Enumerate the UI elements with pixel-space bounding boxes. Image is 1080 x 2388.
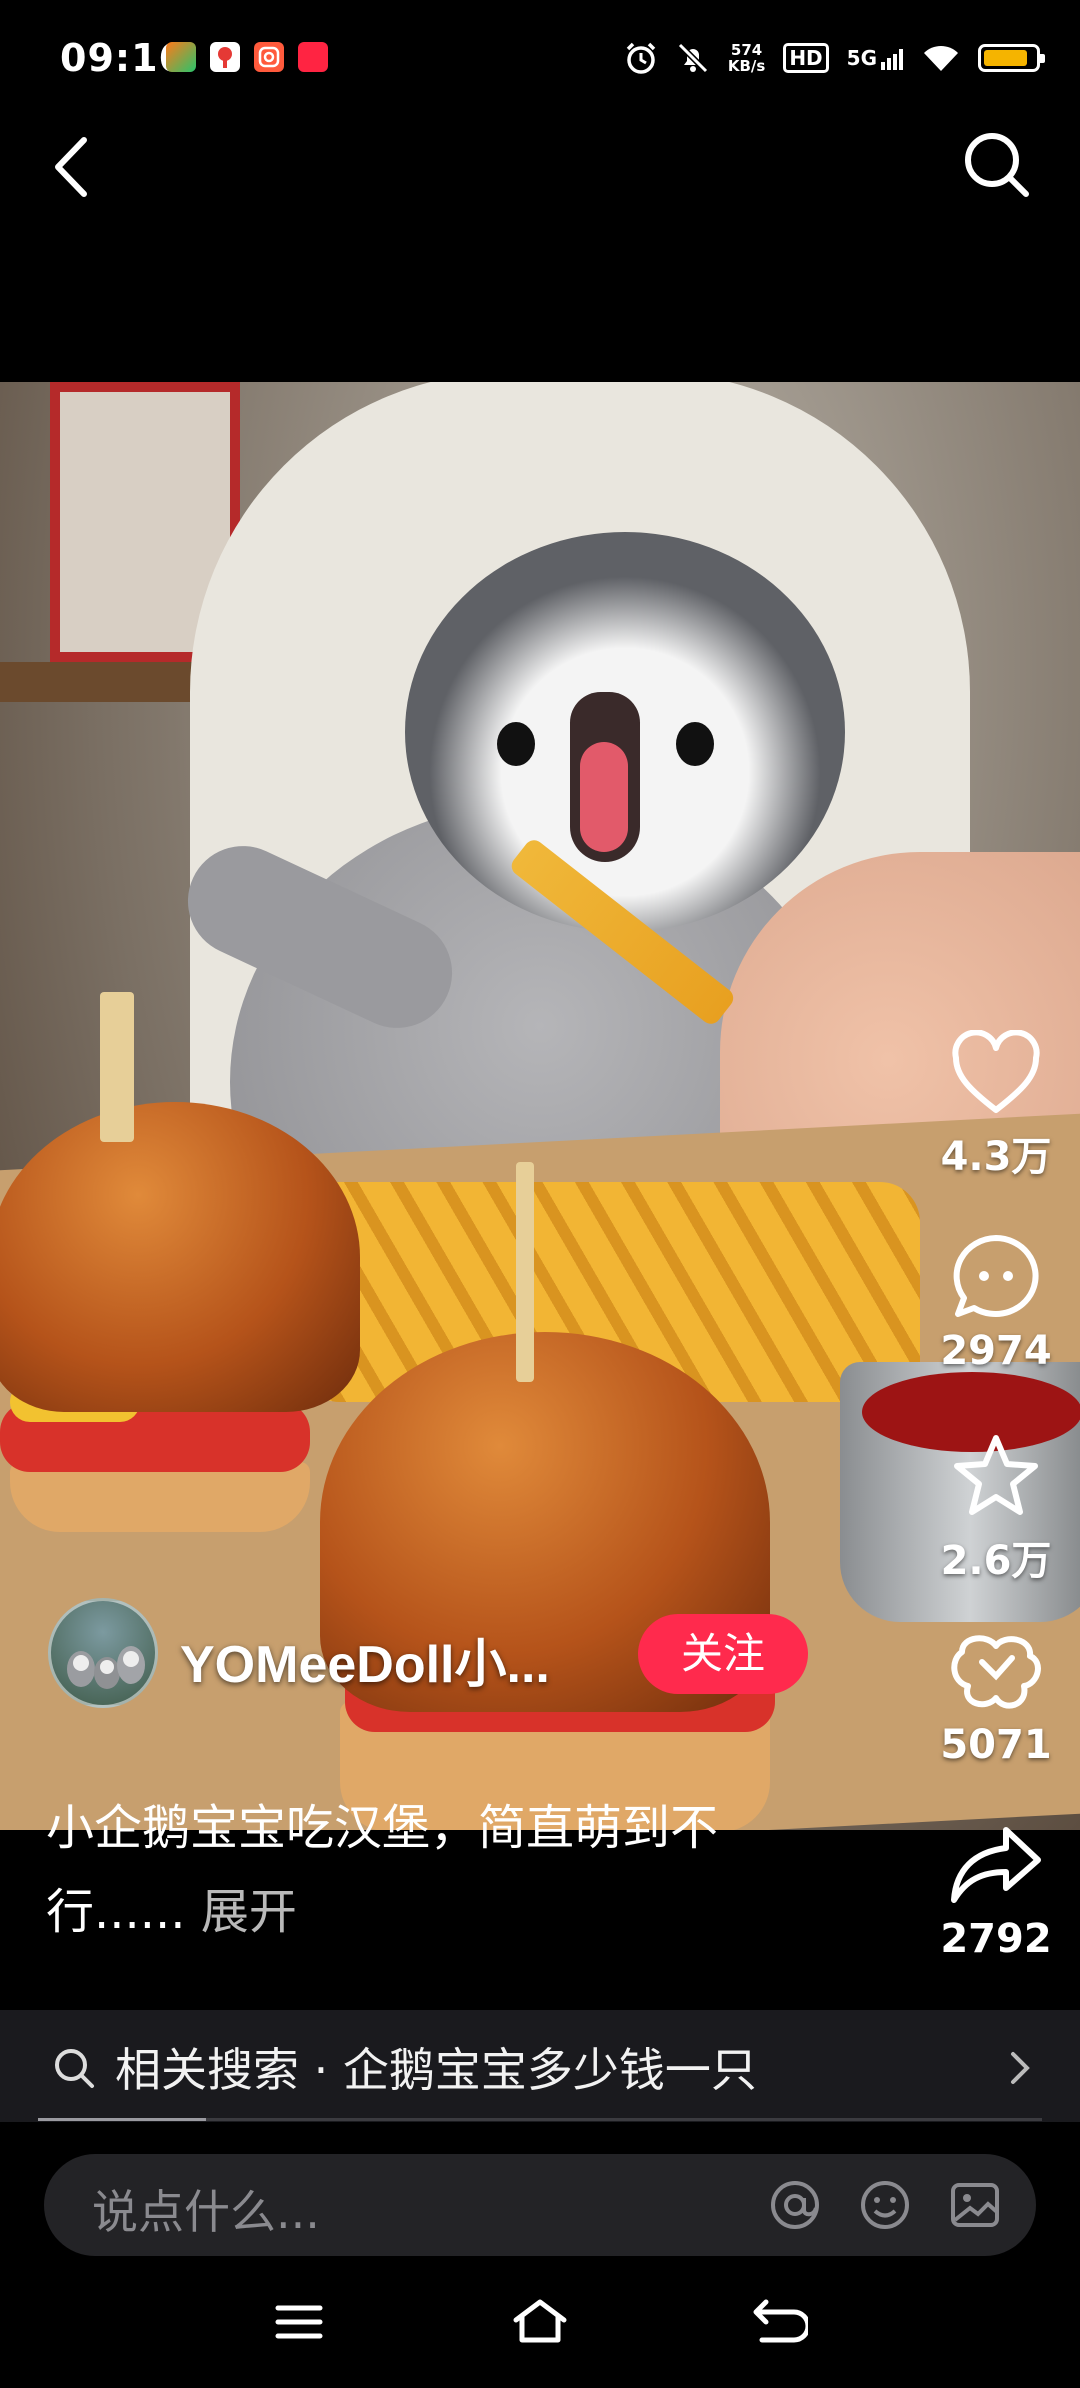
search-small-icon [55, 2049, 94, 2088]
avatar-penguins-icon [67, 1646, 145, 1689]
burger-front-skewer [516, 1162, 534, 1382]
penguin-mouth [580, 742, 628, 852]
star-icon [954, 1435, 1038, 1515]
net-speed-value: 574 [730, 41, 763, 59]
burger-left-skewer [100, 992, 134, 1142]
burger-left-bottom-bun [10, 1462, 310, 1532]
forward-icon [951, 1827, 1041, 1903]
net-speed: 574 KB/s [728, 42, 765, 74]
network-type: 5G [846, 46, 877, 70]
wechat-share-count: 5071 [940, 1722, 1052, 1768]
hd-badge: HD [783, 43, 829, 73]
shop-app-icon [298, 42, 328, 72]
penguin-eye-left [497, 722, 535, 766]
wechat-share-icon [951, 1635, 1041, 1709]
image-icon[interactable] [948, 2178, 1002, 2232]
emoji-icon[interactable] [858, 2178, 912, 2232]
wechat-share-button[interactable]: 5071 [936, 1628, 1056, 1768]
back-nav-icon[interactable] [752, 2298, 808, 2344]
status-icons: 574 KB/s HD 5G [624, 36, 1045, 80]
alarm-icon [626, 42, 656, 74]
progress-fill [38, 2118, 206, 2121]
comment-count: 2974 [940, 1328, 1052, 1374]
forward-button[interactable]: 2792 [936, 1822, 1056, 1962]
comment-placeholder: 说点什么... [92, 2185, 320, 2239]
mute-icon [677, 42, 708, 74]
wifi-icon [924, 45, 958, 71]
video-frame[interactable] [0, 382, 1080, 1830]
battery-icon [978, 44, 1045, 72]
expand-link[interactable]: 展开 [186, 1884, 297, 1940]
burger-left-bun [0, 1102, 360, 1412]
forward-count: 2792 [940, 1916, 1052, 1962]
menu-nav-icon[interactable] [274, 2302, 324, 2342]
map-app-icon [210, 42, 240, 72]
app-notify-icon [166, 42, 196, 72]
search-icon[interactable] [962, 130, 1032, 200]
comment-icon [953, 1235, 1039, 1317]
chevron-right-icon [1011, 2052, 1030, 2084]
camera-app-icon [254, 42, 284, 72]
caption-line-1: 小企鹅宝宝吃汉堡，简直萌到不 [46, 1800, 719, 1856]
caption-line-2-text: 行...... [46, 1884, 186, 1940]
caption-line-2: 行...... 展开 [46, 1870, 906, 1954]
author-name[interactable]: YOMeeDoll小... [180, 1622, 550, 1697]
back-icon[interactable] [48, 134, 92, 200]
like-count: 4.3万 [940, 1134, 1052, 1180]
follow-button[interactable]: 关注 [638, 1614, 808, 1694]
related-search-text: 相关搜索 · 企鹅宝宝多少钱一只 [115, 2043, 757, 2097]
video-caption[interactable]: 小企鹅宝宝吃汉堡，简直萌到不 行...... 展开 [46, 1786, 906, 1954]
home-nav-icon[interactable] [510, 2296, 570, 2346]
like-button[interactable]: 4.3万 [936, 1029, 1056, 1182]
favorite-count: 2.6万 [940, 1538, 1052, 1584]
favorite-button[interactable]: 2.6万 [936, 1432, 1056, 1586]
heart-icon [952, 1029, 1040, 1113]
comment-button[interactable]: 2974 [936, 1232, 1056, 1374]
net-speed-unit: KB/s [727, 57, 766, 75]
signal-5g: 5G [847, 46, 904, 70]
penguin-eye-right [676, 722, 714, 766]
signal-bars-icon [881, 49, 903, 70]
mention-icon[interactable] [768, 2178, 822, 2232]
author-avatar[interactable] [48, 1598, 158, 1708]
